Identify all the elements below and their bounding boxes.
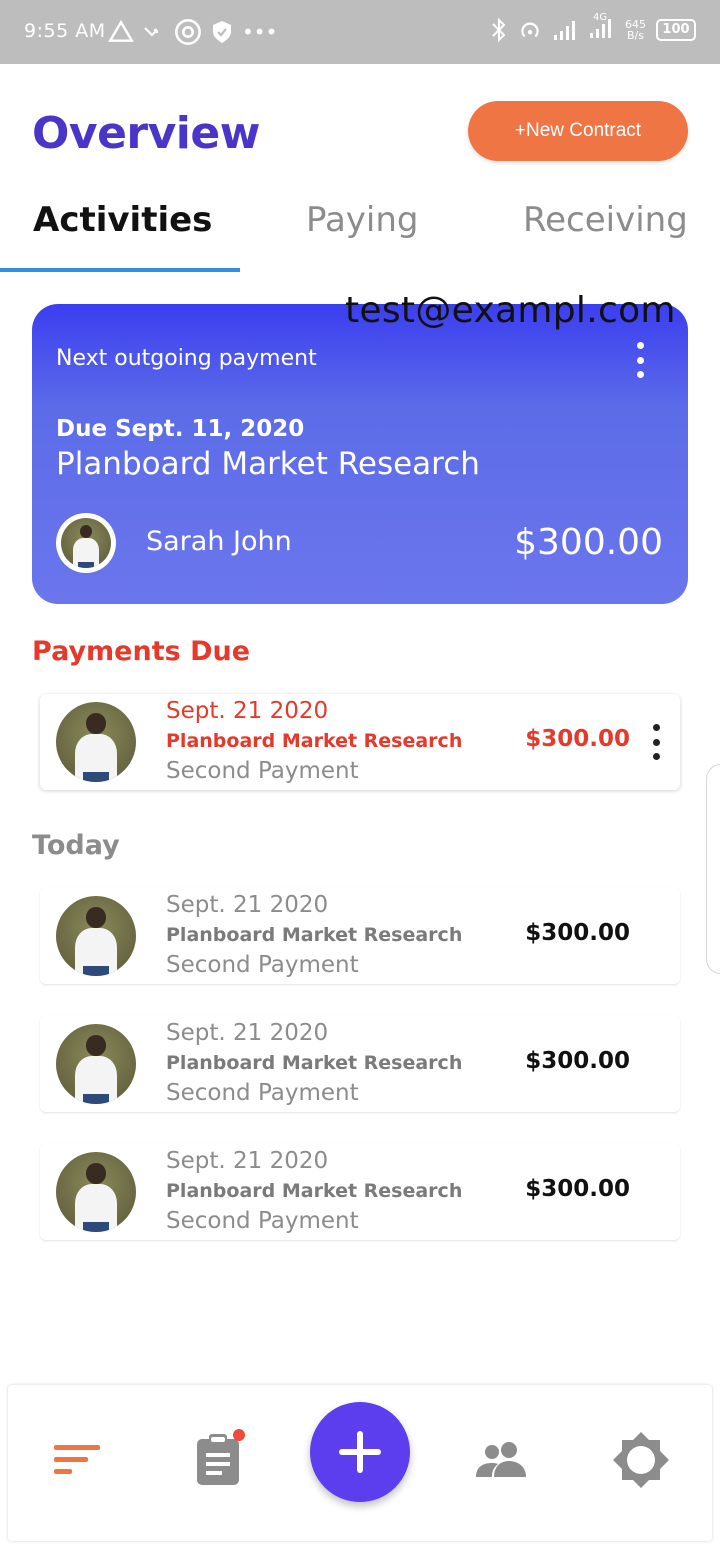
payment-amount: $300.00 — [525, 1048, 630, 1074]
sort-icon[interactable] — [54, 1443, 102, 1477]
payment-subtitle: Second Payment — [166, 1080, 359, 1106]
net-speed-unit: B/s — [627, 29, 644, 42]
payment-due-item[interactable]: Sept. 21 2020 Planboard Market Research … — [40, 694, 680, 790]
tab-receiving[interactable]: Receiving — [523, 200, 688, 240]
tab-activities[interactable]: Activities — [33, 200, 212, 240]
status-bar: 9:55 AM ••• 4G 645 B/s 100 — [0, 0, 720, 64]
payment-item[interactable]: Sept. 21 2020 Planboard Market Research … — [40, 1016, 680, 1112]
battery-icon: 100 — [656, 19, 696, 41]
hotspot-icon — [521, 22, 539, 38]
overlay-email-text: test@exampl.com — [345, 290, 676, 331]
avatar — [56, 896, 136, 976]
net-speed: 645 B/s — [625, 19, 646, 41]
payment-subtitle: Second Payment — [166, 758, 359, 784]
more-vert-icon[interactable] — [635, 342, 645, 378]
payment-title: Planboard Market Research — [166, 1180, 463, 1202]
more-dots-icon: ••• — [242, 20, 278, 44]
signal-icon — [554, 21, 575, 40]
avatar — [56, 1024, 136, 1104]
notification-dot — [233, 1429, 245, 1441]
edge-panel-handle[interactable] — [706, 764, 720, 974]
next-payment-due-date: Due Sept. 11, 2020 — [56, 416, 305, 442]
new-contract-button[interactable]: +New Contract — [468, 101, 688, 161]
settings-icon[interactable] — [612, 1431, 670, 1489]
payment-subtitle: Second Payment — [166, 952, 359, 978]
tab-active-indicator — [0, 268, 240, 272]
today-heading: Today — [32, 830, 120, 861]
shield-icon — [213, 21, 231, 43]
payment-item[interactable]: Sept. 21 2020 Planboard Market Research … — [40, 888, 680, 984]
bottom-nav — [8, 1385, 712, 1541]
payment-title: Planboard Market Research — [166, 1052, 463, 1074]
payment-amount: $300.00 — [525, 920, 630, 946]
payments-due-heading: Payments Due — [32, 636, 251, 667]
next-payment-amount: $300.00 — [514, 522, 663, 563]
payment-amount: $300.00 — [525, 1176, 630, 1202]
status-system-icons: 4G 645 B/s 100 — [491, 12, 696, 44]
payment-item[interactable]: Sept. 21 2020 Planboard Market Research … — [40, 1144, 680, 1240]
signal-4g: 4G — [589, 12, 615, 44]
missed-call-icon — [144, 27, 159, 37]
people-icon[interactable] — [474, 1441, 528, 1479]
avatar — [61, 518, 111, 568]
payment-title: Planboard Market Research — [166, 924, 463, 946]
next-payment-label: Next outgoing payment — [56, 346, 317, 371]
payment-date: Sept. 21 2020 — [166, 698, 329, 724]
payment-subtitle: Second Payment — [166, 1208, 359, 1234]
payment-date: Sept. 21 2020 — [166, 1020, 329, 1046]
payment-amount: $300.00 — [525, 726, 630, 752]
net-type-label: 4G — [593, 12, 608, 23]
next-payment-title: Planboard Market Research — [56, 446, 480, 482]
next-payment-avatar — [56, 513, 116, 573]
page-title: Overview — [32, 108, 260, 159]
warning-triangle-icon — [108, 19, 134, 42]
tab-bar: Activities Paying Receiving — [0, 190, 720, 272]
payment-date: Sept. 21 2020 — [166, 892, 329, 918]
avatar — [56, 702, 136, 782]
add-button[interactable] — [310, 1402, 410, 1502]
bluetooth-icon — [492, 17, 506, 43]
payment-title: Planboard Market Research — [166, 730, 463, 752]
status-notification-icons: ••• — [108, 18, 277, 46]
clipboard-nav-item[interactable] — [194, 1429, 245, 1489]
app-icon — [175, 19, 201, 45]
tab-paying[interactable]: Paying — [306, 200, 419, 240]
status-time: 9:55 AM — [24, 20, 106, 42]
next-payment-card[interactable]: Next outgoing payment Due Sept. 11, 2020… — [32, 304, 688, 604]
payment-date: Sept. 21 2020 — [166, 1148, 329, 1174]
avatar — [56, 1152, 136, 1232]
more-vert-icon[interactable] — [651, 724, 661, 760]
next-payment-person: Sarah John — [146, 526, 292, 557]
